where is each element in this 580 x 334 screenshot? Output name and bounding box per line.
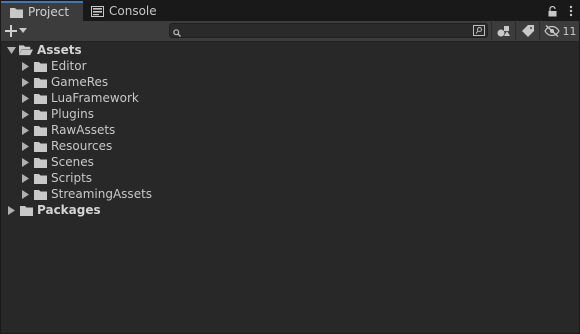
expand-arrow-icon[interactable] — [20, 93, 30, 103]
more-icon[interactable] — [569, 5, 573, 17]
expand-arrow-icon[interactable] — [20, 189, 30, 199]
expand-arrow-icon[interactable] — [20, 141, 30, 151]
expand-arrow-icon[interactable] — [6, 205, 16, 215]
create-button[interactable] — [5, 22, 35, 40]
folder-icon — [9, 6, 23, 18]
folder-icon — [33, 156, 47, 168]
project-window: Project Console 11 Assets Editor GameRes… — [0, 0, 580, 334]
tree-item-label: Scenes — [51, 155, 94, 169]
shapes-icon — [497, 26, 510, 37]
tree-item-label: Plugins — [51, 107, 94, 121]
console-icon — [91, 5, 104, 17]
folder-icon — [33, 124, 47, 136]
folder-icon — [33, 140, 47, 152]
folder-icon — [33, 108, 47, 120]
search-field[interactable] — [169, 23, 488, 38]
folder-icon — [33, 172, 47, 184]
tab-console[interactable]: Console — [83, 1, 163, 21]
expand-arrow-icon[interactable] — [20, 109, 30, 119]
lock-icon[interactable] — [548, 5, 557, 17]
tree-item-folder[interactable]: Plugins — [1, 106, 579, 122]
tree-item-folder[interactable]: GameRes — [1, 74, 579, 90]
folder-icon — [33, 76, 47, 88]
folder-icon — [19, 204, 33, 216]
expand-arrow-icon[interactable] — [20, 125, 30, 135]
expand-arrow-icon[interactable] — [20, 173, 30, 183]
search-icon — [173, 26, 181, 40]
expand-arrow-icon[interactable] — [20, 77, 30, 87]
tree-item-label: GameRes — [51, 75, 109, 89]
tree-item-label: Editor — [51, 59, 87, 73]
folder-icon — [33, 60, 47, 72]
folder-icon — [33, 188, 47, 200]
tree-item-label: Assets — [37, 43, 82, 57]
tab-label: Console — [109, 4, 157, 18]
expand-arrow-icon[interactable] — [20, 157, 30, 167]
tree-item-assets[interactable]: Assets — [1, 42, 579, 58]
filter-by-label-button[interactable] — [515, 22, 540, 40]
tree-item-label: Scripts — [51, 171, 93, 185]
eye-slash-icon — [543, 25, 560, 37]
tree-item-label: RawAssets — [51, 123, 116, 137]
tag-icon — [522, 25, 534, 37]
toolbar: 11 — [1, 21, 579, 42]
tree-item-label: StreamingAssets — [51, 187, 153, 201]
search-input[interactable] — [184, 24, 464, 37]
tree-item-folder[interactable]: Scripts — [1, 170, 579, 186]
folder-open-icon — [19, 44, 33, 56]
tree-item-label: LuaFramework — [51, 91, 139, 105]
tree-item-folder[interactable]: RawAssets — [1, 122, 579, 138]
folder-icon — [33, 92, 47, 104]
tree-item-label: Packages — [37, 203, 101, 217]
expand-arrow-icon[interactable] — [6, 45, 16, 55]
tree-item-folder[interactable]: StreamingAssets — [1, 186, 579, 202]
project-tree: Assets Editor GameRes LuaFramework Plugins R… — [1, 42, 579, 218]
tree-item-folder[interactable]: LuaFramework — [1, 90, 579, 106]
tree-item-folder[interactable]: Resources — [1, 138, 579, 154]
tree-item-label: Resources — [51, 139, 113, 153]
filter-by-type-button[interactable] — [491, 22, 516, 40]
tree-item-packages[interactable]: Packages — [1, 202, 579, 218]
tree-item-folder[interactable]: Editor — [1, 58, 579, 74]
expand-arrow-icon[interactable] — [20, 61, 30, 71]
chevron-down-icon — [19, 28, 27, 33]
hidden-packages-toggle[interactable]: 11 — [539, 22, 580, 40]
plus-icon — [5, 25, 17, 37]
tree-item-folder[interactable]: Scenes — [1, 154, 579, 170]
tab-bar: Project Console — [1, 1, 579, 21]
hidden-count: 11 — [562, 24, 577, 38]
search-mode-icon[interactable] — [472, 24, 486, 37]
tab-label: Project — [28, 5, 70, 19]
tab-project[interactable]: Project — [1, 1, 83, 21]
